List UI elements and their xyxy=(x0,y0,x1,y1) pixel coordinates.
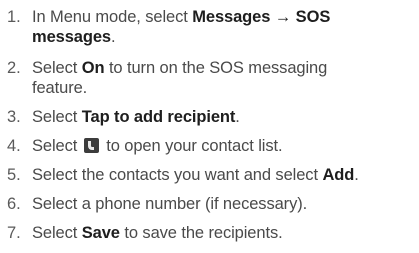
step-text-bold: Messages → SOS xyxy=(192,8,331,26)
step-text-plain: Select xyxy=(32,108,82,126)
step-text: Select to open your contact list. xyxy=(32,136,419,156)
step-text-bold: messages xyxy=(32,28,112,46)
step-5: 5. Select the contacts you want and sele… xyxy=(0,165,419,185)
step-text-bold: On xyxy=(81,59,105,77)
step-text-plain: Select a phone number (if necessary). xyxy=(32,195,308,213)
step-3: 3. Select Tap to add recipient. xyxy=(0,107,419,127)
step-text-plain: . xyxy=(354,166,359,184)
step-number: 1. xyxy=(7,8,21,26)
step-text-bold: Tap to add recipient xyxy=(81,108,236,126)
step-6: 6. Select a phone number (if necessary). xyxy=(0,194,419,214)
step-text: Select On to turn on the SOS messaging fe… xyxy=(32,58,419,98)
step-text: In Menu mode, select Messages → SOS messa… xyxy=(32,7,419,47)
step-text-plain: . xyxy=(111,28,116,46)
step-7: 7. Select Save to save the recipients. xyxy=(0,223,419,243)
step-text-plain: . xyxy=(235,108,240,126)
step-text-plain: to open your contact list. xyxy=(101,137,283,155)
step-text: Select the contacts you want and select … xyxy=(32,165,419,185)
step-text-plain: to turn on the SOS messaging xyxy=(104,59,328,77)
step-1: 1. In Menu mode, select Messages → SOS me… xyxy=(0,7,419,47)
step-text-plain: Select xyxy=(32,137,82,155)
step-text-bold: Save xyxy=(81,224,120,242)
step-text-plain: Select the contacts you want and select xyxy=(32,166,323,184)
step-text-bold: Add xyxy=(322,166,355,184)
step-number: 2. xyxy=(7,59,21,77)
contact-list-icon xyxy=(83,138,99,153)
step-number: 4. xyxy=(7,137,21,155)
step-text: Select Save to save the recipients. xyxy=(32,223,419,243)
step-text-plain: feature. xyxy=(32,79,88,97)
step-text-plain: Select xyxy=(32,59,82,77)
step-4: 4. Select to open your contact list. xyxy=(0,136,419,156)
step-number: 6. xyxy=(7,195,21,213)
step-number: 3. xyxy=(7,108,21,126)
step-number: 7. xyxy=(7,224,21,242)
step-text: Select Tap to add recipient. xyxy=(32,107,419,127)
step-text-plain: In Menu mode, select xyxy=(32,8,193,26)
step-text-plain: Select xyxy=(32,224,82,242)
step-2: 2. Select On to turn on the SOS messagin… xyxy=(0,58,419,98)
step-number: 5. xyxy=(7,166,21,184)
step-text: Select a phone number (if necessary). xyxy=(32,194,419,214)
step-text-plain: to save the recipients. xyxy=(119,224,283,242)
